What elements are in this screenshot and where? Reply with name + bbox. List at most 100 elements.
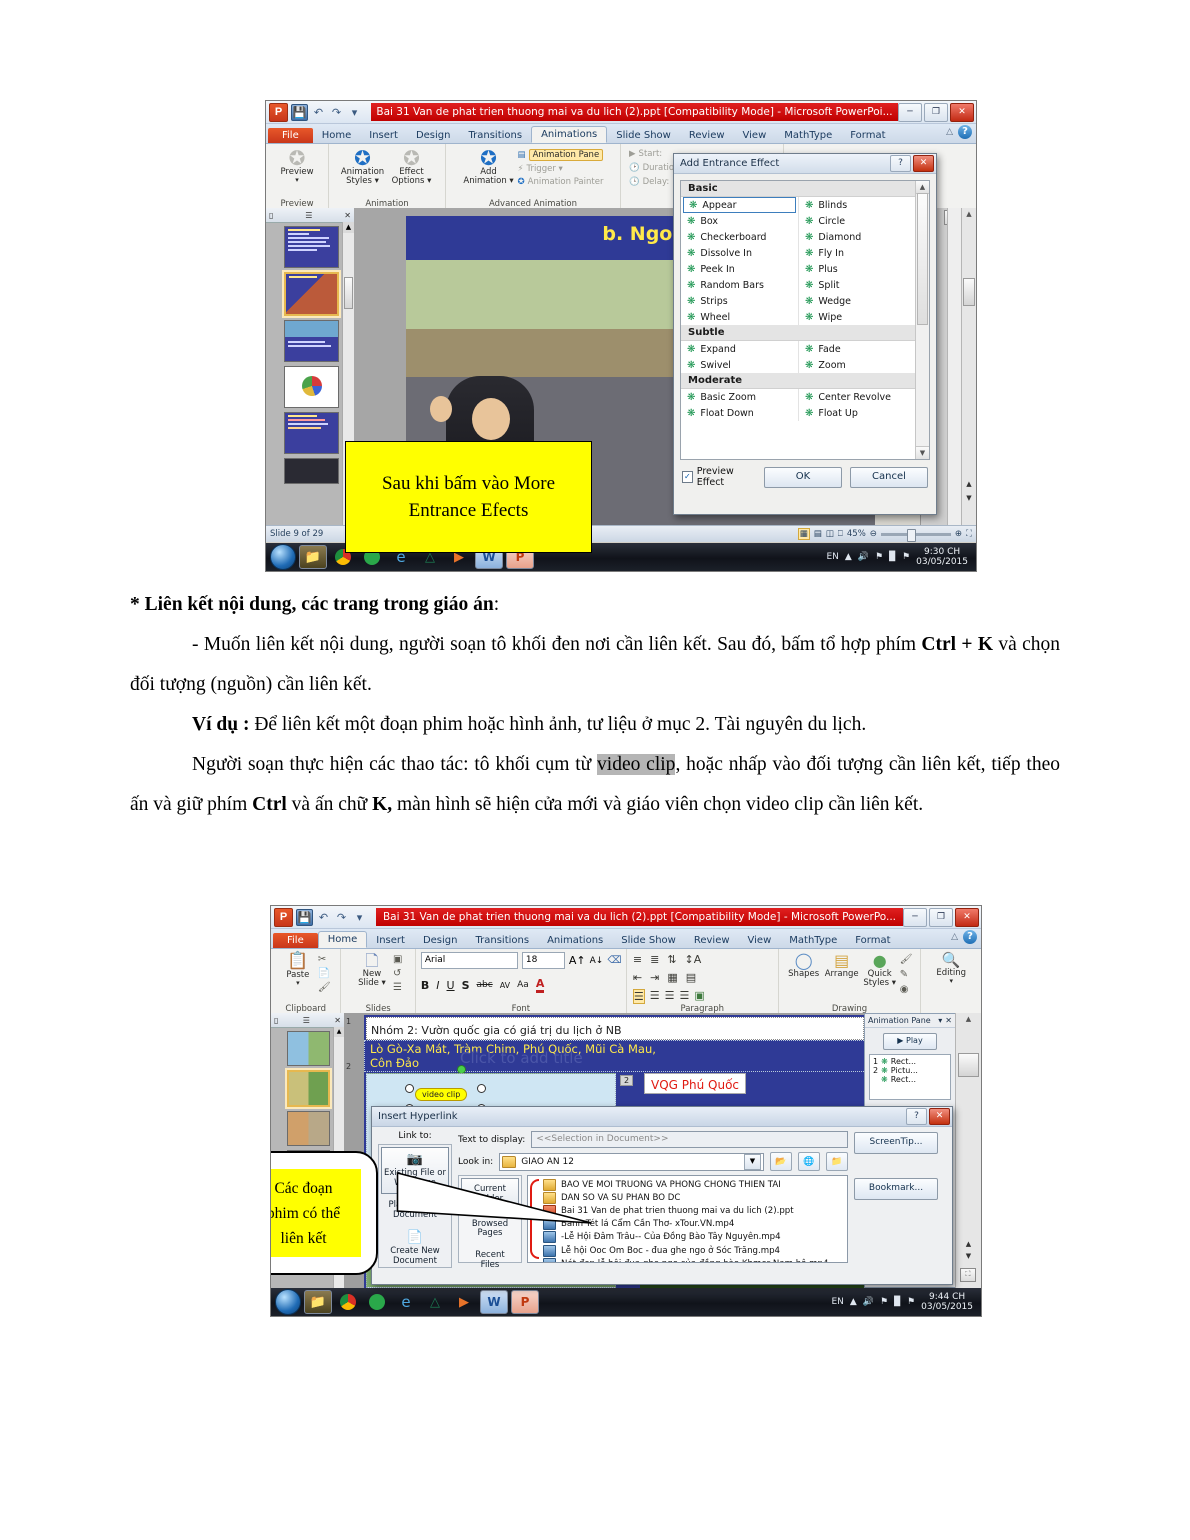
- tab-mathtype[interactable]: MathType: [775, 128, 841, 143]
- outline-tab-icon[interactable]: ☰: [303, 1016, 310, 1025]
- bold-button[interactable]: B: [421, 979, 429, 992]
- thumbnail-slide-22[interactable]: 22 ☆: [287, 1070, 330, 1107]
- scroll-thumb[interactable]: [958, 1053, 979, 1077]
- effect-item-fly-in[interactable]: ❋ Fly In: [799, 245, 916, 261]
- zoom-in-icon[interactable]: ⊕: [955, 529, 962, 539]
- editing-button[interactable]: 🔍 Editing ▾: [928, 951, 974, 985]
- outline-collapse-icon[interactable]: ▯: [274, 1016, 278, 1025]
- slide-scrollbar[interactable]: ▲ ▲ ▼: [961, 208, 976, 526]
- align-center-icon[interactable]: ☰: [650, 989, 660, 1004]
- dialog-close-icon[interactable]: ✕: [913, 155, 934, 172]
- tab-file[interactable]: File: [268, 128, 313, 143]
- cut-icon[interactable]: ✂: [318, 954, 331, 965]
- layout-icon[interactable]: ▣: [393, 954, 402, 965]
- text-to-display-row[interactable]: Text to display: <<Selection in Document…: [458, 1131, 848, 1152]
- quick-styles-button[interactable]: ● Quick Styles ▾: [863, 951, 897, 988]
- effect-item-strips[interactable]: ❋ Strips: [681, 293, 798, 309]
- tab-transitions[interactable]: Transitions: [459, 128, 531, 143]
- ie-icon[interactable]: e: [393, 1291, 419, 1313]
- add-entrance-effect-dialog[interactable]: Add Entrance Effect ? ✕ Basic ❋ Appear ❋ B…: [673, 153, 937, 515]
- tab-view[interactable]: View: [739, 933, 781, 948]
- thumbnail-slide-11[interactable]: 11: [284, 366, 339, 408]
- effect-item-float-down[interactable]: ❋ Float Down: [681, 405, 798, 421]
- effect-item-zoom[interactable]: ❋ Zoom: [799, 357, 916, 373]
- thumbnail-pane-header[interactable]: ▯ ☰ ✕: [266, 208, 354, 223]
- effect-item-float-up[interactable]: ❋ Float Up: [799, 405, 916, 421]
- effect-item-wheel[interactable]: ❋ Wheel: [681, 309, 798, 325]
- tab-design[interactable]: Design: [407, 128, 460, 143]
- volume-icon[interactable]: 🔊: [858, 552, 869, 562]
- file-list-row[interactable]: Nét đẹp lễ hội đua ghe ngo của đồng bào …: [539, 1257, 847, 1262]
- browse-mode-column[interactable]: Current Folder Browsed Pages Recent File…: [458, 1175, 522, 1270]
- slide-show-icon[interactable]: ⎕: [838, 529, 843, 539]
- increase-font-icon[interactable]: A↑: [569, 954, 586, 967]
- effect-item-swivel[interactable]: ❋ Swivel: [681, 357, 798, 373]
- chevron-down-icon[interactable]: ▼: [744, 1153, 761, 1170]
- screentip-button[interactable]: ScreenTip...: [854, 1132, 938, 1154]
- effect-options-button[interactable]: ✪ Effect Options ▾: [389, 146, 435, 186]
- video-clip-shape[interactable]: video clip: [415, 1088, 468, 1101]
- normal-view-icon[interactable]: ▦: [797, 528, 810, 540]
- justify-icon[interactable]: ☰: [680, 989, 690, 1004]
- reset-icon[interactable]: ↺: [393, 968, 402, 979]
- character-spacing-button[interactable]: AV: [500, 981, 510, 990]
- tab-format[interactable]: Format: [841, 128, 894, 143]
- restore-button[interactable]: ❐: [929, 908, 953, 927]
- effect-item-appear[interactable]: ❋ Appear: [683, 197, 796, 213]
- file-list-row[interactable]: Bánh Tét lá Cẩm Cần Thơ- xTour.VN.mp4: [539, 1218, 847, 1231]
- align-left-icon[interactable]: ☰: [632, 989, 645, 1004]
- look-in-combobox[interactable]: GIAO AN 12 ▼: [499, 1152, 764, 1171]
- new-slide-button[interactable]: 🗋 New Slide ▾: [354, 951, 390, 988]
- close-button[interactable]: ✕: [950, 103, 974, 122]
- arrange-button[interactable]: ▤ Arrange: [824, 951, 860, 979]
- checkbox-icon[interactable]: ✓: [682, 471, 693, 483]
- effect-column-right[interactable]: ❋ Center Revolve ❋ Float Up: [799, 389, 916, 421]
- browser-icon[interactable]: [364, 1291, 390, 1313]
- browse-web-icon[interactable]: 🌐: [798, 1152, 820, 1171]
- scroll-up-icon[interactable]: ▲: [956, 1013, 981, 1025]
- numbering-icon[interactable]: ≣: [650, 953, 659, 966]
- clear-formatting-icon[interactable]: ⌫: [607, 955, 621, 966]
- zoom-out-icon[interactable]: ⊖: [870, 529, 877, 539]
- tab-transitions[interactable]: Transitions: [466, 933, 538, 948]
- columns-icon[interactable]: ▦: [667, 971, 677, 984]
- scroll-thumb[interactable]: [963, 278, 975, 306]
- redo-icon[interactable]: ↷: [329, 105, 344, 120]
- signal-icon[interactable]: ▉: [889, 552, 896, 562]
- slide-sorter-icon[interactable]: ▤: [814, 529, 822, 539]
- tab-design[interactable]: Design: [414, 933, 467, 948]
- tab-animations[interactable]: Animations: [538, 933, 612, 948]
- collapse-ribbon-icon[interactable]: △: [946, 127, 953, 137]
- tab-animations[interactable]: Animations: [531, 126, 608, 143]
- increase-indent-icon[interactable]: ⇥: [650, 971, 659, 984]
- text-direction-icon[interactable]: ↕A: [685, 953, 702, 966]
- font-color-button[interactable]: A: [535, 977, 545, 993]
- up-one-folder-icon[interactable]: 📂: [770, 1152, 792, 1171]
- signal-icon[interactable]: ▉: [894, 1297, 901, 1307]
- decrease-font-icon[interactable]: A↓: [590, 956, 604, 966]
- tab-file[interactable]: File: [273, 933, 318, 948]
- file-list-row[interactable]: -Lễ Hội Đâm Trâu-- Của Đồng Bào Tây Nguy…: [539, 1231, 847, 1244]
- effect-item-wipe[interactable]: ❋ Wipe: [799, 309, 916, 325]
- dialog-close-icon[interactable]: ✕: [929, 1108, 950, 1125]
- thumbnail-close-icon[interactable]: ✕: [344, 211, 351, 220]
- action-center-icon[interactable]: ⚑: [902, 552, 910, 562]
- outline-collapse-icon[interactable]: ▯: [269, 211, 273, 220]
- save-icon[interactable]: 💾: [296, 909, 313, 926]
- smartart-icon[interactable]: ▣: [694, 989, 704, 1004]
- start-orb-icon[interactable]: [270, 544, 296, 570]
- browse-mode-recent-files[interactable]: Recent Files: [459, 1245, 521, 1277]
- thumbnail-slide-8[interactable]: 8 ☆: [284, 226, 339, 268]
- taskbar-clock[interactable]: 9:44 CH 03/05/2015: [921, 1292, 973, 1313]
- effect-item-checkerboard[interactable]: ❋ Checkerboard: [681, 229, 798, 245]
- shape-effects-icon[interactable]: ◉: [900, 984, 913, 995]
- shape-fill-icon[interactable]: 🖌: [900, 954, 913, 965]
- effect-column-left[interactable]: ❋ Basic Zoom ❋ Float Down: [681, 389, 799, 421]
- powerpoint-icon[interactable]: P: [511, 1290, 539, 1314]
- tab-format[interactable]: Format: [846, 933, 899, 948]
- start-orb-icon[interactable]: [275, 1289, 301, 1315]
- effect-grid-subtle[interactable]: ❋ Expand ❋ Swivel ❋ Fade ❋ Zoom: [681, 341, 916, 373]
- effect-item-split[interactable]: ❋ Split: [799, 277, 916, 293]
- tab-review[interactable]: Review: [685, 933, 739, 948]
- system-tray[interactable]: EN ▲ 🔊 ⚑ ▉ ⚑ 9:44 CH 03/05/2015: [831, 1292, 977, 1313]
